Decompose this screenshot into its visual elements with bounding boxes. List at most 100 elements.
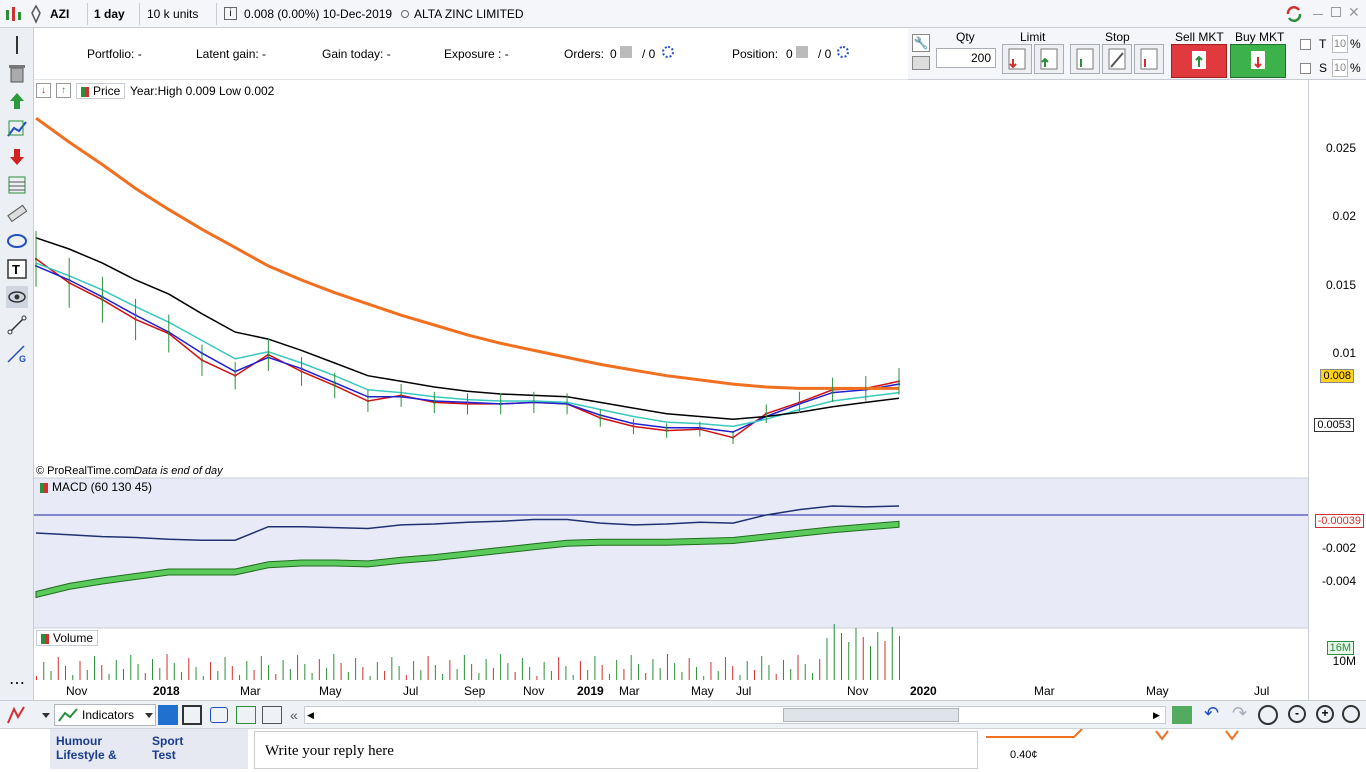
- trash-icon[interactable]: [6, 62, 28, 84]
- limit-sell-button[interactable]: [1034, 44, 1064, 74]
- volume-bar: [144, 673, 146, 680]
- trend-tool-icon[interactable]: [6, 118, 28, 140]
- wrench-icon[interactable]: 🔧: [912, 34, 930, 52]
- x-axis-label: May: [691, 684, 714, 698]
- up-arrow-icon[interactable]: [6, 90, 28, 112]
- orders-gear-icon[interactable]: [662, 46, 674, 58]
- volume-bar: [463, 655, 465, 680]
- position-gear-icon[interactable]: [837, 46, 849, 58]
- stop-sell-button[interactable]: [1134, 44, 1164, 74]
- volume-bar: [478, 673, 480, 680]
- close-icon[interactable]: ✕: [1348, 4, 1360, 21]
- zoom-reset-icon[interactable]: [1342, 705, 1360, 723]
- scrollbar[interactable]: ◀ ▶: [304, 706, 1166, 724]
- sell-mkt-button[interactable]: [1171, 44, 1227, 78]
- forum-category[interactable]: Humour: [56, 734, 102, 748]
- eye-tool-icon[interactable]: [6, 286, 28, 308]
- zoom-in-icon[interactable]: +: [1316, 705, 1334, 723]
- period-select[interactable]: 1 day: [90, 3, 140, 40]
- x-axis-label: 2019: [577, 684, 604, 698]
- volume-bar: [449, 660, 451, 680]
- settings-icon[interactable]: [28, 4, 44, 24]
- macd-panel-label[interactable]: MACD (60 130 45): [36, 480, 156, 496]
- undo-icon[interactable]: ↶: [1204, 703, 1219, 724]
- volume-bar: [239, 675, 241, 680]
- stop-buy-button[interactable]: [1070, 44, 1100, 74]
- volume-bar: [72, 675, 74, 680]
- screener-icon[interactable]: [236, 706, 256, 724]
- zoom-out-icon[interactable]: -: [1288, 705, 1306, 723]
- forum-category[interactable]: Test: [152, 748, 176, 762]
- source-text: © ProRealTime.com: [36, 465, 135, 477]
- chart-svg[interactable]: [34, 80, 1308, 700]
- volume-bar: [637, 664, 639, 680]
- ellipse-tool-icon[interactable]: [6, 230, 28, 252]
- chart-area[interactable]: ↓ ↑ Price Year:High 0.009 Low 0.002 © Pr…: [34, 80, 1308, 680]
- volume-label-text: Volume: [53, 631, 94, 645]
- volume-bar: [645, 673, 647, 680]
- volume-bar: [50, 671, 52, 680]
- t-value[interactable]: 10: [1332, 35, 1348, 53]
- volume-bar: [514, 672, 516, 680]
- buy-mkt-button[interactable]: [1230, 44, 1286, 78]
- minimize-icon[interactable]: [1313, 14, 1323, 15]
- text-tool-icon[interactable]: T: [6, 258, 28, 280]
- chart-style-icon[interactable]: [6, 705, 28, 725]
- comment-icon[interactable]: [210, 707, 228, 723]
- volume-panel-label[interactable]: Volume: [36, 630, 99, 646]
- down-arrow-icon[interactable]: [6, 146, 28, 168]
- scroll-left-icon[interactable]: ◀: [307, 710, 314, 721]
- price-panel-label[interactable]: Price: [76, 83, 126, 99]
- redo-icon[interactable]: ↷: [1232, 703, 1247, 724]
- volume-bar: [115, 660, 117, 680]
- orders-cancel-icon[interactable]: [620, 46, 632, 58]
- scroll-right-icon[interactable]: ▶: [1153, 710, 1160, 721]
- scrollbar-thumb[interactable]: [783, 708, 959, 722]
- volume-bar: [43, 662, 45, 680]
- position-close-icon[interactable]: [796, 46, 808, 58]
- stop-edit-button[interactable]: [1102, 44, 1132, 74]
- volume-bar: [601, 665, 603, 680]
- share-icon[interactable]: [158, 705, 178, 725]
- s-checkbox[interactable]: [1300, 63, 1311, 74]
- gann-tool-icon[interactable]: G: [6, 342, 28, 364]
- keyboard-icon[interactable]: [912, 56, 930, 70]
- s-value[interactable]: 10: [1332, 59, 1348, 77]
- panel-down-icon[interactable]: ↓: [36, 83, 51, 98]
- volume-bar: [159, 668, 161, 680]
- ruler-icon[interactable]: [6, 202, 28, 224]
- chevron-down-icon[interactable]: [42, 713, 50, 718]
- qty-input[interactable]: [936, 48, 996, 68]
- zoom-window-icon[interactable]: [1258, 705, 1278, 725]
- forum-category[interactable]: Sport: [152, 734, 183, 748]
- maximize-icon[interactable]: [1331, 7, 1341, 17]
- more-tools-icon[interactable]: ⋯: [6, 676, 28, 698]
- forum-category[interactable]: Lifestyle &: [56, 748, 117, 762]
- volume-bar: [79, 661, 81, 680]
- fit-icon[interactable]: [1172, 706, 1192, 724]
- reply-box[interactable]: Write your reply here: [254, 731, 978, 769]
- volume-bar: [579, 661, 581, 680]
- alert-icon[interactable]: [262, 706, 282, 724]
- volume-bar: [674, 663, 676, 680]
- limit-buy-button[interactable]: [1002, 44, 1032, 74]
- volume-bar: [804, 664, 806, 680]
- panel-up-icon[interactable]: ↑: [56, 83, 71, 98]
- t-checkbox[interactable]: [1300, 39, 1311, 50]
- refresh-icon[interactable]: [1284, 4, 1304, 24]
- layout-icon[interactable]: [182, 705, 202, 725]
- volume-bar: [500, 654, 502, 680]
- symbol-select[interactable]: AZI: [46, 3, 88, 40]
- collapse-icon[interactable]: «: [290, 707, 298, 723]
- volume-bar: [492, 668, 494, 680]
- info-icon[interactable]: i: [224, 7, 237, 20]
- fibonacci-icon[interactable]: [6, 174, 28, 196]
- volume-bar: [775, 674, 777, 680]
- volume-bar: [275, 674, 277, 680]
- volume-bar: [137, 664, 139, 680]
- units-select[interactable]: 10 k units: [143, 3, 217, 40]
- line-tool-icon[interactable]: [6, 34, 28, 56]
- account-bar: Portfolio: - Latent gain: - Gain today: …: [34, 28, 908, 80]
- segment-tool-icon[interactable]: [6, 314, 28, 336]
- indicators-button[interactable]: Indicators: [54, 704, 156, 726]
